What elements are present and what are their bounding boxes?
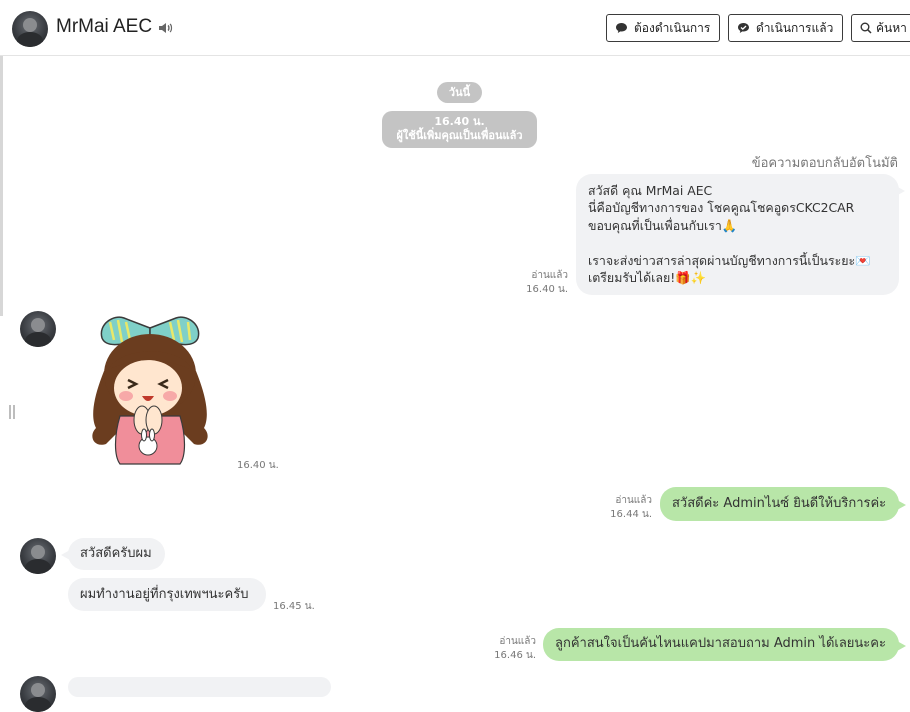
chat-check-icon	[738, 23, 749, 33]
search-icon	[860, 22, 872, 34]
message-bubble[interactable]: สวัสดี คุณ MrMai AEC นี่คือบัญชีทางการขอ…	[576, 174, 905, 295]
done-button-label: ดำเนินการแล้ว	[756, 20, 834, 35]
message-time: 16.46 น.	[494, 650, 536, 661]
chat-header: MrMai AEC ต้องดำเนินการ ดำเนินการแล้ว ค้…	[0, 0, 910, 56]
sticker-girl-praying[interactable]	[84, 316, 216, 468]
message-meta: อ่านแล้ว 16.46 น.	[480, 635, 536, 662]
message-bubble-partial[interactable]	[68, 677, 331, 697]
auto-reply-label: ข้อความตอบกลับอัตโนมัติ	[751, 156, 898, 171]
system-notice: 16.40 น. ผู้ใช้นี้เพิ่มคุณเป็นเพื่อนแล้ว	[382, 111, 537, 148]
message-time: 16.44 น.	[610, 509, 652, 520]
message-meta: อ่านแล้ว 16.40 น.	[510, 269, 568, 296]
todo-button[interactable]: ต้องดำเนินการ	[606, 14, 720, 42]
user-avatar[interactable]	[20, 676, 56, 712]
contact-name[interactable]: MrMai AEC	[56, 16, 152, 38]
system-notice-time: 16.40 น.	[434, 115, 485, 128]
message-time: 16.40 น.	[526, 284, 568, 295]
speaker-icon[interactable]	[158, 21, 174, 35]
read-status: อ่านแล้ว	[499, 636, 536, 647]
message-bubble[interactable]: สวัสดีค่ะ Adminไนซ์ ยินดีให้บริการค่ะ	[660, 487, 906, 521]
message-bubble[interactable]: ผมทำงานอยู่ที่กรุงเทพฯนะครับ	[68, 578, 266, 611]
date-separator: วันนี้	[437, 82, 482, 103]
contact-avatar[interactable]	[12, 11, 48, 47]
message-bubble[interactable]: ลูกค้าสนใจเป็นคันไหนแคปมาสอบถาม Admin ได…	[543, 628, 906, 661]
read-status: อ่านแล้ว	[531, 270, 568, 281]
user-avatar[interactable]	[20, 538, 56, 574]
search-button-label: ค้นหา	[876, 20, 907, 35]
todo-button-label: ต้องดำเนินการ	[634, 20, 711, 35]
read-status: อ่านแล้ว	[615, 495, 652, 506]
message-meta: อ่านแล้ว 16.44 น.	[596, 494, 652, 521]
search-button[interactable]: ค้นหา	[851, 14, 910, 42]
done-button[interactable]: ดำเนินการแล้ว	[728, 14, 843, 42]
message-time: 16.40 น.	[237, 460, 279, 471]
message-bubble[interactable]: สวัสดีครับผม	[61, 538, 165, 570]
user-avatar[interactable]	[20, 311, 56, 347]
chat-bubble-icon	[616, 23, 627, 33]
system-notice-text: ผู้ใช้นี้เพิ่มคุณเป็นเพื่อนแล้ว	[396, 129, 523, 142]
panel-border	[0, 56, 3, 316]
resize-handle[interactable]	[9, 405, 17, 419]
message-time: 16.45 น.	[273, 601, 315, 612]
